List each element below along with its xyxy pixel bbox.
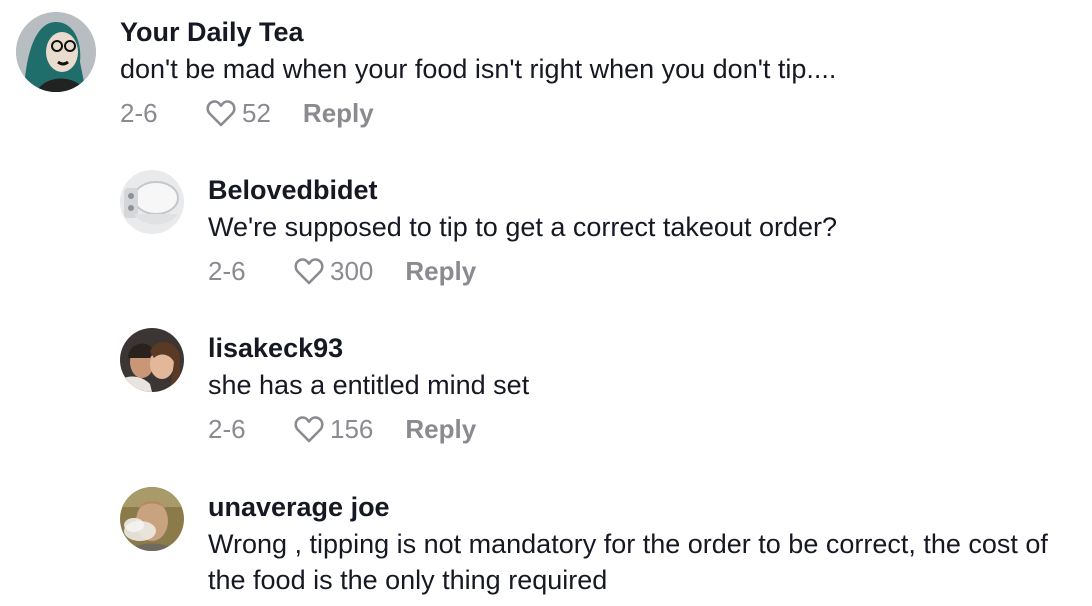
comment-text: don't be mad when your food isn't right … — [120, 54, 837, 84]
comment-text: she has a entitled mind set — [208, 370, 530, 400]
comment-username[interactable]: unaverage joe — [208, 491, 1078, 523]
reply-button[interactable]: Reply — [405, 414, 476, 445]
comment-date: 2-6 — [120, 97, 158, 128]
like-button[interactable]: 300 — [292, 254, 373, 288]
comment-username[interactable]: Belovedbidet — [208, 174, 1078, 206]
reply-button[interactable]: Reply — [303, 98, 374, 129]
comment-username[interactable]: lisakeck93 — [208, 332, 1078, 364]
like-button[interactable]: 52 — [204, 96, 271, 130]
heart-outline-icon — [294, 416, 324, 443]
reply-button[interactable]: Reply — [405, 256, 476, 287]
like-button[interactable]: 156 — [292, 412, 373, 446]
avatar[interactable] — [120, 170, 184, 234]
comment-meta: 2-6 300 Reply — [208, 251, 1078, 291]
heart-outline-icon — [294, 258, 324, 285]
comment-username[interactable]: Your Daily Tea — [120, 16, 1080, 48]
comment-text: Wrong , tipping is not mandatory for the… — [208, 529, 1048, 595]
avatar[interactable] — [120, 487, 184, 551]
avatar[interactable] — [120, 328, 184, 392]
comment-date: 2-6 — [208, 255, 246, 286]
heart-outline-icon — [206, 100, 236, 127]
like-count: 300 — [330, 255, 374, 286]
like-count: 156 — [330, 413, 374, 444]
comment-meta: 2-6 156 Reply — [208, 409, 1078, 449]
avatar[interactable] — [16, 12, 96, 92]
comment-date: 2-6 — [208, 413, 246, 444]
like-count: 52 — [242, 97, 271, 128]
comment-meta: 2-6 52 Reply — [120, 93, 1080, 133]
comment-text: We're supposed to tip to get a correct t… — [208, 212, 838, 242]
